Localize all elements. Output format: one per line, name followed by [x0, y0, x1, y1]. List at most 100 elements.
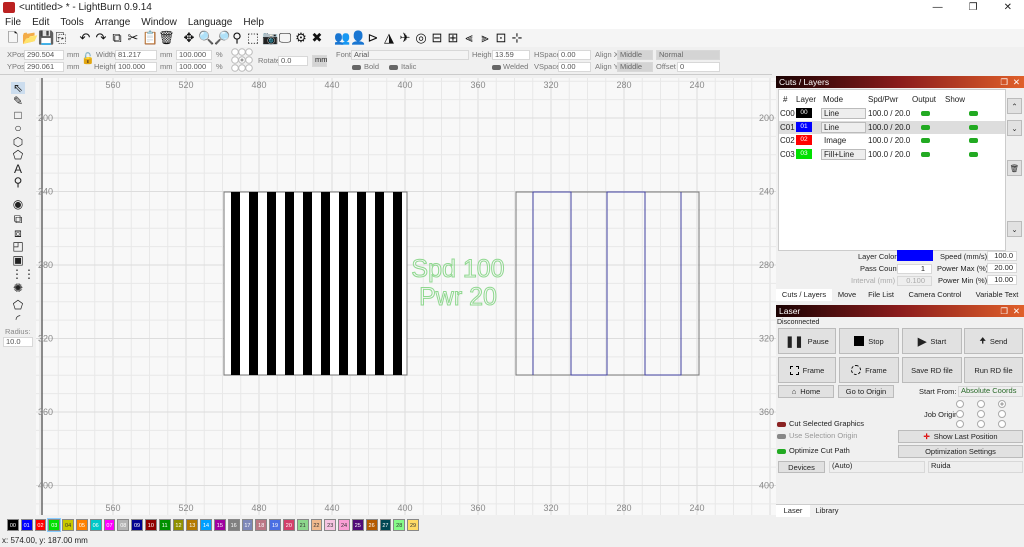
output-toggle[interactable] — [921, 151, 930, 157]
palette-swatch[interactable]: 24 — [338, 519, 350, 531]
menu-file[interactable]: File — [5, 17, 21, 28]
home-button[interactable]: ⌂ Home — [778, 385, 834, 398]
device-select[interactable]: (Auto) — [829, 461, 925, 473]
save-icon[interactable]: 💾 — [38, 31, 54, 45]
tab-variable-text[interactable]: Variable Text — [970, 289, 1024, 301]
corner-tool-icon[interactable]: ◜ — [11, 313, 25, 325]
palette-swatch[interactable]: 08 — [117, 519, 130, 531]
cut-icon[interactable]: ✂ — [126, 31, 140, 45]
palette-swatch[interactable]: 09 — [131, 519, 143, 531]
user-icon[interactable]: 👤 — [350, 31, 366, 45]
use-selection-origin-toggle[interactable] — [777, 434, 786, 439]
anchor-selector[interactable] — [231, 48, 253, 72]
palette-swatch[interactable]: 10 — [144, 519, 157, 531]
camera-icon[interactable]: 📷 — [262, 31, 278, 45]
frame-button[interactable]: Frame — [778, 357, 836, 383]
draw-lines-tool-icon[interactable]: ✎ — [11, 95, 25, 107]
palette-swatch[interactable]: 29 — [407, 519, 419, 531]
zoom-selection-icon[interactable]: ⬚ — [246, 31, 260, 45]
group-icon[interactable]: 👥 — [334, 31, 350, 45]
tab-library[interactable]: Library — [810, 505, 844, 517]
menu-help[interactable]: Help — [243, 17, 264, 28]
tab-cuts-layers[interactable]: Cuts / Layers — [776, 289, 832, 301]
scale-height-input[interactable]: 100.000 — [176, 62, 212, 72]
stop-button[interactable]: Stop — [839, 328, 899, 354]
optimization-settings-button[interactable]: Optimization Settings — [898, 445, 1023, 458]
minimize-button[interactable]: — — [933, 2, 943, 13]
polygon-tool-icon[interactable]: ⬡ — [11, 136, 25, 148]
layer-row[interactable]: C02 02 Image 100.0 / 20.0 — [779, 134, 1005, 147]
align-y-select[interactable]: Middle — [617, 62, 653, 72]
zoom-in-icon[interactable]: 🔍 — [198, 31, 214, 45]
tab-move[interactable]: Move — [832, 289, 862, 301]
flip-h-icon[interactable]: ⊳ — [366, 31, 380, 45]
offset-tool-icon[interactable]: ◉ — [11, 198, 25, 210]
open-folder-icon[interactable]: 📂 — [22, 31, 38, 45]
move-icon[interactable]: ✥ — [182, 31, 196, 45]
center-icon[interactable]: ⊹ — [510, 31, 524, 45]
palette-swatch[interactable]: 07 — [103, 519, 116, 531]
layer-mode-select[interactable]: Line — [821, 121, 866, 133]
scroll-down-button[interactable]: ⌄ — [1007, 221, 1022, 237]
text-height-input[interactable]: 13.59 — [492, 50, 530, 60]
palette-swatch[interactable]: 04 — [62, 519, 74, 531]
zoom-out-icon[interactable]: 🔎 — [214, 31, 230, 45]
show-toggle[interactable] — [969, 138, 978, 143]
tab-laser[interactable]: Laser — [776, 505, 810, 517]
circle-frame-button[interactable]: Frame — [839, 357, 899, 383]
distribute-v-icon[interactable]: ⫸ — [478, 31, 492, 45]
new-file-icon[interactable]: 🗋 — [6, 31, 20, 45]
move-layer-up-button[interactable]: ⌃ — [1007, 98, 1022, 114]
maximize-button[interactable]: ❐ — [969, 2, 978, 13]
output-toggle[interactable] — [921, 111, 930, 116]
align-left-icon[interactable]: ⊟ — [430, 31, 444, 45]
interval-input[interactable]: 0.100 — [897, 276, 932, 286]
grid-array-tool-icon[interactable]: ⋮⋮ — [11, 268, 35, 280]
edit-nodes-tool-icon[interactable]: ⬠ — [11, 149, 25, 161]
weld-tool-icon[interactable]: ⧉ — [11, 213, 25, 225]
palette-swatch[interactable]: 19 — [269, 519, 281, 531]
welded-toggle[interactable] — [492, 65, 501, 70]
rectangle-tool-icon[interactable]: □ — [11, 109, 25, 121]
job-origin-radio[interactable] — [977, 400, 985, 408]
palette-swatch[interactable]: 14 — [200, 519, 212, 531]
send-button[interactable]: 🠉 Send — [964, 328, 1023, 354]
menu-tools[interactable]: Tools — [60, 17, 83, 28]
position-laser-tool-icon[interactable]: ⚲ — [11, 176, 25, 188]
palette-swatch[interactable]: 22 — [310, 519, 323, 531]
palette-swatch[interactable]: 05 — [75, 519, 88, 531]
vspace-input[interactable]: 0.00 — [558, 62, 591, 72]
palette-swatch[interactable]: 06 — [89, 519, 102, 531]
close-icon[interactable]: ✕ — [1013, 76, 1020, 88]
devices-button[interactable]: Devices — [778, 461, 825, 473]
palette-swatch[interactable]: 21 — [296, 519, 309, 531]
menu-language[interactable]: Language — [188, 17, 233, 28]
start-from-select[interactable]: Absolute Coords — [958, 386, 1023, 397]
lock-icon[interactable]: 🔓 — [81, 54, 95, 65]
go-to-origin-button[interactable]: Go to Origin — [838, 385, 894, 398]
text-style-select[interactable]: Normal — [656, 50, 720, 60]
layer-row[interactable]: C00 00 Line 100.0 / 20.0 — [779, 107, 1005, 120]
palette-swatch[interactable]: 01 — [20, 519, 33, 531]
undo-icon[interactable]: ↶ — [78, 31, 92, 45]
align-x-select[interactable]: Middle — [617, 50, 653, 60]
float-icon[interactable]: ❐ — [1000, 305, 1008, 317]
striped-image[interactable] — [223, 191, 408, 376]
palette-swatch[interactable]: 00 — [7, 519, 19, 531]
job-origin-radio[interactable] — [956, 410, 964, 418]
job-origin-radio[interactable] — [998, 420, 1006, 428]
float-icon[interactable]: ❐ — [1000, 76, 1008, 88]
settings-icon[interactable]: ⚙ — [294, 31, 308, 45]
import-icon[interactable]: ⎘ — [54, 31, 68, 45]
canvas-text-power[interactable]: Pwr 20 — [419, 283, 498, 312]
job-origin-radio[interactable] — [977, 420, 985, 428]
delete-icon[interactable]: 🗑 — [158, 31, 175, 45]
controller-select[interactable]: Ruida — [928, 461, 1023, 473]
job-origin-radio[interactable] — [956, 400, 964, 408]
save-rd-button[interactable]: Save RD file — [902, 357, 962, 383]
hspace-input[interactable]: 0.00 — [558, 50, 591, 60]
show-toggle[interactable] — [969, 111, 978, 116]
canvas-text-speed[interactable]: Spd 100 — [411, 255, 505, 284]
menu-window[interactable]: Window — [141, 17, 177, 28]
job-origin-radio[interactable] — [998, 400, 1006, 408]
